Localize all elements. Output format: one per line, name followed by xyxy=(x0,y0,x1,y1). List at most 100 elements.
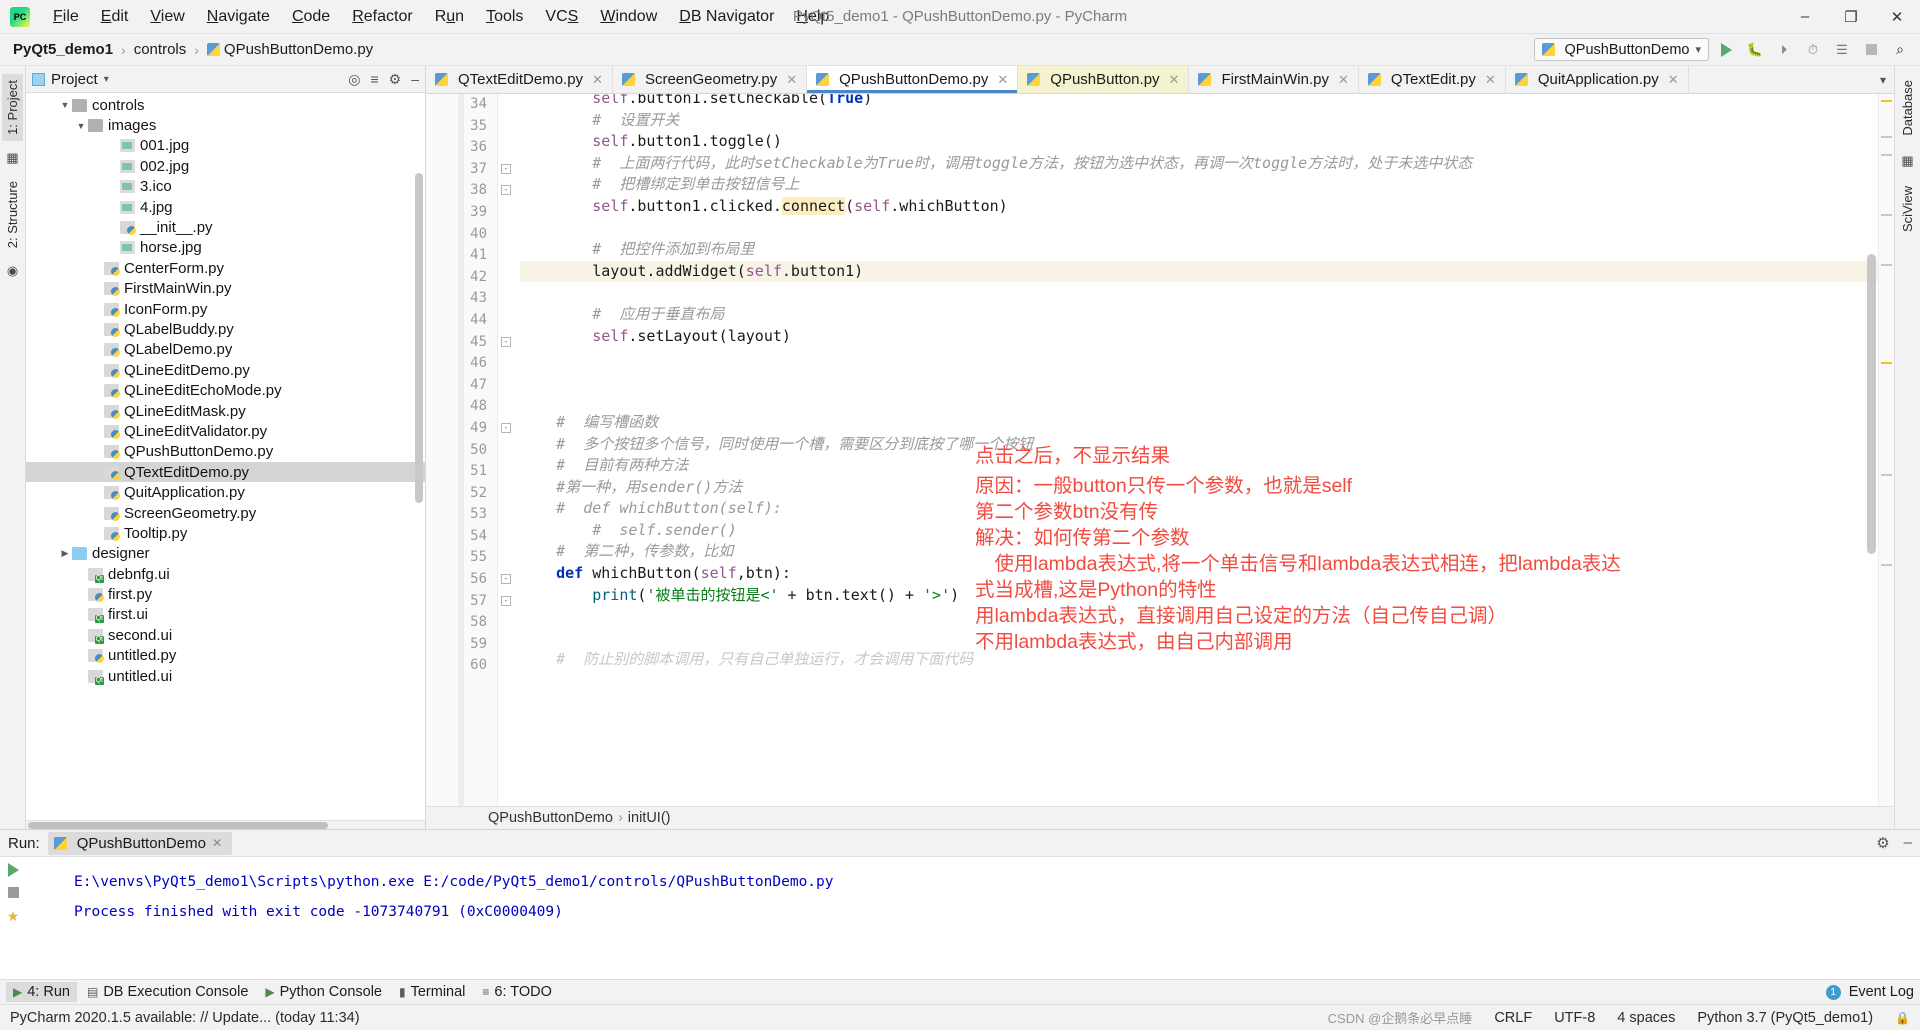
code-line[interactable]: # 把槽绑定到单击按钮信号上 xyxy=(520,174,1878,196)
code-line[interactable]: # def whichButton(self): xyxy=(520,498,1878,520)
collapse-all-icon[interactable]: ≡ xyxy=(370,71,378,88)
project-tree[interactable]: ▼ controls ▼ images 001.jpg 002.jpg 3.ico 4.jpg… xyxy=(26,93,425,820)
minimize-button[interactable]: – xyxy=(1782,0,1828,34)
sciview-grid-icon[interactable]: ▦ xyxy=(1901,153,1913,169)
tree-expand-arrow-icon[interactable]: ▼ xyxy=(58,100,72,110)
change-marker-5[interactable] xyxy=(1881,474,1892,476)
tree-item[interactable]: first.py xyxy=(26,584,425,604)
editor-tab-bar[interactable]: QTextEditDemo.py ✕ ScreenGeometry.py ✕ QPush… xyxy=(426,66,1894,94)
tree-item[interactable]: QLineEditDemo.py xyxy=(26,360,425,380)
code-line[interactable]: # 上面两行代码，此时setCheckable为True时，调用toggle方法… xyxy=(520,153,1878,175)
code-line[interactable] xyxy=(520,390,1878,412)
maximize-button[interactable]: ❐ xyxy=(1828,0,1874,34)
lock-icon[interactable]: 🔒 xyxy=(1895,1011,1910,1025)
editor-vertical-scrollbar[interactable] xyxy=(1867,254,1876,554)
menu-file[interactable]: File xyxy=(42,6,90,28)
settings-gear-icon[interactable]: ⚙ xyxy=(1876,834,1889,852)
code-line[interactable]: # 应用于垂直布局 xyxy=(520,304,1878,326)
settings-gear-icon[interactable]: ⚙ xyxy=(389,71,402,88)
close-icon[interactable]: ✕ xyxy=(212,836,222,850)
db-browser-icon[interactable]: ▦ xyxy=(6,150,18,166)
editor-tab[interactable]: QPushButtonDemo.py ✕ xyxy=(807,66,1019,93)
tree-item[interactable]: __init__.py xyxy=(26,217,425,237)
change-marker-6[interactable] xyxy=(1881,564,1892,566)
status-interpreter[interactable]: Python 3.7 (PyQt5_demo1) xyxy=(1697,1010,1873,1026)
stop-button[interactable] xyxy=(1859,38,1883,62)
tree-item[interactable]: QTextEditDemo.py xyxy=(26,462,425,483)
tree-item[interactable]: ▶ designer xyxy=(26,544,425,564)
menu-db-navigator[interactable]: DB Navigator xyxy=(668,6,785,28)
tool-button-terminal[interactable]: ▮ Terminal xyxy=(392,982,472,1002)
tree-item[interactable]: QPushButtonDemo.py xyxy=(26,442,425,462)
tree-item[interactable]: 001.jpg xyxy=(26,136,425,156)
run-tab-qpushbuttondemo[interactable]: QPushButtonDemo ✕ xyxy=(47,831,232,855)
close-icon[interactable]: ✕ xyxy=(997,72,1008,88)
star-favorites-icon[interactable]: ★ xyxy=(7,908,20,925)
code-line[interactable] xyxy=(520,347,1878,369)
tree-item[interactable]: ▼ images xyxy=(26,115,425,135)
locate-file-icon[interactable]: ◎ xyxy=(348,71,360,88)
close-icon[interactable]: ✕ xyxy=(1169,72,1180,88)
editor-tab[interactable]: QTextEdit.py ✕ xyxy=(1359,66,1506,93)
tool-button-run[interactable]: ▶ 4: Run xyxy=(6,982,77,1002)
tree-expand-arrow-icon[interactable]: ▼ xyxy=(74,121,88,131)
debug-button[interactable]: 🐛 xyxy=(1743,38,1767,62)
sidebar-item-project[interactable]: 1: Project xyxy=(2,74,23,141)
tree-item[interactable]: second.ui xyxy=(26,625,425,645)
profile-button[interactable]: ⏱ xyxy=(1801,38,1825,62)
tool-button-todo[interactable]: ≡ 6: TODO xyxy=(475,982,559,1002)
close-icon[interactable]: ✕ xyxy=(592,72,603,88)
breadcrumb-class[interactable]: QPushButtonDemo xyxy=(488,810,613,826)
menu-window[interactable]: Window xyxy=(589,6,668,28)
status-indent[interactable]: 4 spaces xyxy=(1617,1010,1675,1026)
tree-expand-arrow-icon[interactable]: ▶ xyxy=(58,548,72,559)
change-marker-1[interactable] xyxy=(1881,136,1892,138)
change-marker-2[interactable] xyxy=(1881,154,1892,156)
code-line[interactable]: # 编写槽函数 xyxy=(520,412,1878,434)
tree-item[interactable]: 3.ico xyxy=(26,177,425,197)
change-marker-3[interactable] xyxy=(1881,214,1892,216)
tree-item[interactable]: 4.jpg xyxy=(26,197,425,217)
tree-item[interactable]: QLineEditEchoMode.py xyxy=(26,380,425,400)
code-line[interactable]: # self.sender() xyxy=(520,520,1878,542)
code-line[interactable]: self.button1.toggle() xyxy=(520,131,1878,153)
code-line[interactable]: # 设置开关 xyxy=(520,110,1878,132)
menu-run[interactable]: Run xyxy=(424,6,475,28)
tool-button-db-execution-console[interactable]: ▤ DB Execution Console xyxy=(80,982,255,1002)
close-icon[interactable]: ✕ xyxy=(1338,72,1349,88)
editor-tab[interactable]: QPushButton.py ✕ xyxy=(1018,66,1190,93)
breadcrumb-method[interactable]: initUI() xyxy=(628,810,671,826)
editor-tabs-overflow-icon[interactable]: ▾ xyxy=(1872,66,1894,93)
tree-item[interactable]: ScreenGeometry.py xyxy=(26,503,425,523)
status-line-separator[interactable]: CRLF xyxy=(1494,1010,1532,1026)
tree-item[interactable]: horse.jpg xyxy=(26,238,425,258)
event-log-button[interactable]: Event Log xyxy=(1849,984,1914,1000)
menu-view[interactable]: View xyxy=(139,6,195,28)
chevron-down-icon[interactable]: ▾ xyxy=(104,74,109,85)
menu-navigate[interactable]: Navigate xyxy=(196,6,281,28)
project-horizontal-scrollbar[interactable] xyxy=(26,820,425,829)
tree-item[interactable]: Tooltip.py xyxy=(26,523,425,543)
error-marker-column[interactable] xyxy=(1878,94,1894,806)
breadcrumb-file[interactable]: QPushButtonDemo.py xyxy=(202,40,378,59)
menu-refactor[interactable]: Refactor xyxy=(341,6,423,28)
menu-code[interactable]: Code xyxy=(281,6,341,28)
stop-process-button[interactable] xyxy=(7,887,19,898)
code-line[interactable]: # 多个按钮多个信号，同时使用一个槽，需要区分到底按了哪一个按钮 xyxy=(520,434,1878,456)
menu-edit[interactable]: Edit xyxy=(90,6,140,28)
code-line[interactable]: self.setLayout(layout) xyxy=(520,326,1878,348)
tree-item[interactable]: QLabelDemo.py xyxy=(26,340,425,360)
close-icon[interactable]: ✕ xyxy=(1668,72,1679,88)
search-icon[interactable]: ⌕ xyxy=(1888,38,1912,62)
code-line[interactable]: self.button1.setCheckable(True) xyxy=(520,94,1878,110)
tree-item[interactable]: untitled.ui xyxy=(26,666,425,686)
warning-marker-2[interactable] xyxy=(1881,362,1892,364)
tree-item[interactable]: debnfg.ui xyxy=(26,564,425,584)
project-vertical-scrollbar[interactable] xyxy=(415,173,423,503)
tree-item[interactable]: IconForm.py xyxy=(26,299,425,319)
run-coverage-button[interactable]: ⏵ xyxy=(1772,38,1796,62)
editor-tab[interactable]: QTextEditDemo.py ✕ xyxy=(426,66,613,93)
run-configuration-selector[interactable]: QPushButtonDemo ▾ xyxy=(1533,38,1709,61)
sidebar-item-structure[interactable]: 2: Structure xyxy=(2,175,23,254)
hide-panel-icon[interactable]: – xyxy=(1904,834,1912,852)
